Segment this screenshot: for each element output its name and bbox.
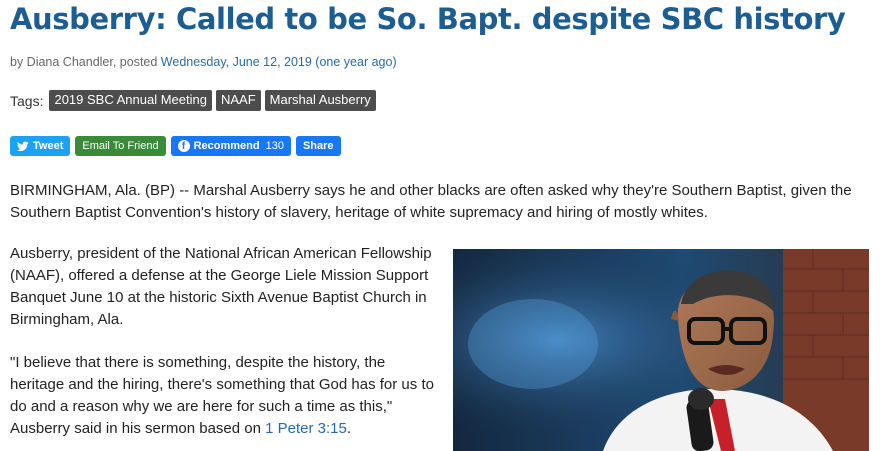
byline: by Diana Chandler, posted Wednesday, Jun…: [10, 55, 397, 69]
email-to-friend-button[interactable]: Email To Friend: [75, 136, 166, 156]
facebook-share-button[interactable]: Share: [295, 136, 341, 156]
article-photo: [453, 249, 869, 451]
tweet-label: Tweet: [33, 140, 64, 152]
article-headline: Ausberry: Called to be So. Bapt. despite…: [10, 2, 846, 36]
recommend-label: Recommend: [193, 140, 260, 152]
email-label: Email To Friend: [82, 140, 159, 152]
share-label: Share: [302, 140, 334, 152]
paragraph-1: BIRMINGHAM, Ala. (BP) -- Marshal Ausberr…: [10, 182, 852, 221]
paragraph-2: Ausberry, president of the National Afri…: [10, 245, 432, 328]
twitter-bird-icon: [17, 141, 29, 151]
tags-label: Tags:: [10, 92, 44, 109]
speaker-photo-illustration: [453, 249, 869, 451]
tweet-button[interactable]: Tweet: [10, 136, 71, 156]
tag-sbc-annual-meeting[interactable]: 2019 SBC Annual Meeting: [49, 90, 212, 111]
facebook-recommend-button[interactable]: f Recommend 130: [170, 136, 291, 156]
tag-list: Tags: 2019 SBC Annual Meeting NAAF Marsh…: [10, 90, 380, 111]
byline-date[interactable]: Wednesday, June 12, 2019 (one year ago): [161, 55, 397, 69]
paragraph-3: "I believe that there is something, desp…: [10, 352, 440, 440]
byline-author: by Diana Chandler, posted: [10, 55, 161, 69]
tag-marshal-ausberry[interactable]: Marshal Ausberry: [264, 90, 376, 111]
recommend-count: 130: [265, 140, 284, 152]
scripture-link[interactable]: 1 Peter 3:15: [265, 420, 347, 437]
tag-naaf[interactable]: NAAF: [215, 90, 261, 111]
share-bar: Tweet Email To Friend f Recommend 130 Sh…: [10, 136, 341, 156]
paragraph-3-end: .: [346, 420, 352, 437]
paragraph-3-text: "I believe that there is something, desp…: [10, 354, 434, 437]
facebook-icon: f: [177, 140, 190, 152]
